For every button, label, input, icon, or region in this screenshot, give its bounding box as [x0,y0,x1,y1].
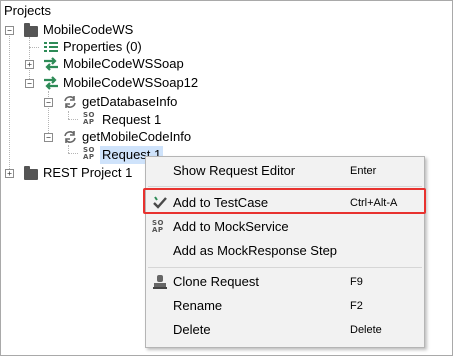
menu-item-add-to-mockservice[interactable]: SO AP Add to MockService [146,216,424,238]
menu-item-label: Add to MockService [173,219,289,234]
panel-title: Projects [4,3,51,18]
menu-item-rename[interactable]: Rename F2 [146,295,424,317]
operation-icon [64,96,76,108]
menu-item-shortcut: F2 [350,300,363,312]
menu-item-label: Add as MockResponse Step [173,243,338,258]
folder-icon [24,166,38,180]
operation-icon [64,131,76,143]
tree-item-soap-interface[interactable]: + MobileCodeWSSoap [24,55,224,73]
collapse-icon[interactable]: − [44,133,53,142]
collapse-icon[interactable]: − [25,79,34,88]
tree-item-operation[interactable]: − getMobileCodeInfo [44,128,244,146]
tree-item-request[interactable]: SO AP Request 1 [83,111,203,129]
context-menu: Show Request Editor Enter Add to TestCas… [145,156,425,348]
collapse-icon[interactable]: − [5,26,14,35]
tree-item-label: Request 1 [102,112,162,127]
tree-line [68,119,78,120]
menu-item-label: Delete [173,322,211,337]
interface-swap-icon [44,57,58,71]
tree-item-label: getDatabaseInfo [82,94,178,109]
soap-request-icon: SO AP [83,111,95,126]
tree-line [68,145,69,153]
tree-item-label: MobileCodeWSSoap [63,56,184,71]
menu-separator [148,267,422,268]
tree-item-workspace[interactable]: − MobileCodeWS [5,21,205,39]
expand-icon[interactable]: + [5,169,14,178]
menu-item-clone-request[interactable]: Clone Request F9 [146,271,424,293]
tree-item-operation[interactable]: − getDatabaseInfo [44,93,224,111]
clone-stamp-icon [153,275,167,289]
menu-item-delete[interactable]: Delete Delete [146,319,424,341]
folder-icon [24,23,38,37]
properties-icon [44,41,58,53]
menu-item-shortcut: Delete [350,324,382,336]
tree-line [68,153,78,154]
tree-item-properties[interactable]: Properties (0) [41,38,201,56]
interface-swap-icon [44,76,58,90]
menu-separator [148,186,422,187]
tree-line [9,33,10,173]
menu-item-show-request-editor[interactable]: Show Request Editor Enter [146,160,424,182]
soap-request-icon: SO AP [83,146,95,161]
tree-item-label: Properties (0) [63,39,142,54]
menu-item-label: Rename [173,298,223,313]
expand-icon[interactable]: + [25,60,34,69]
menu-item-shortcut: F9 [350,276,363,288]
collapse-icon[interactable]: − [44,98,53,107]
tree-item-label: getMobileCodeInfo [82,129,192,144]
tree-item-label: MobileCodeWSSoap12 [63,75,199,90]
tree-line [68,111,69,119]
menu-item-label: Clone Request [173,274,259,289]
menu-item-label: Show Request Editor [173,163,296,178]
soap-icon: SO AP [152,219,164,234]
tree-item-rest-project[interactable]: + REST Project 1 [5,164,145,182]
tree-item-label: MobileCodeWS [43,22,134,37]
highlight-annotation [143,188,426,214]
tree-item-soap12-interface[interactable]: − MobileCodeWSSoap12 [24,74,224,92]
menu-item-shortcut: Enter [350,165,377,177]
menu-item-add-as-mockresponse-step[interactable]: Add as MockResponse Step [146,240,424,262]
tree-line [29,47,39,48]
tree-item-label: REST Project 1 [43,165,133,180]
